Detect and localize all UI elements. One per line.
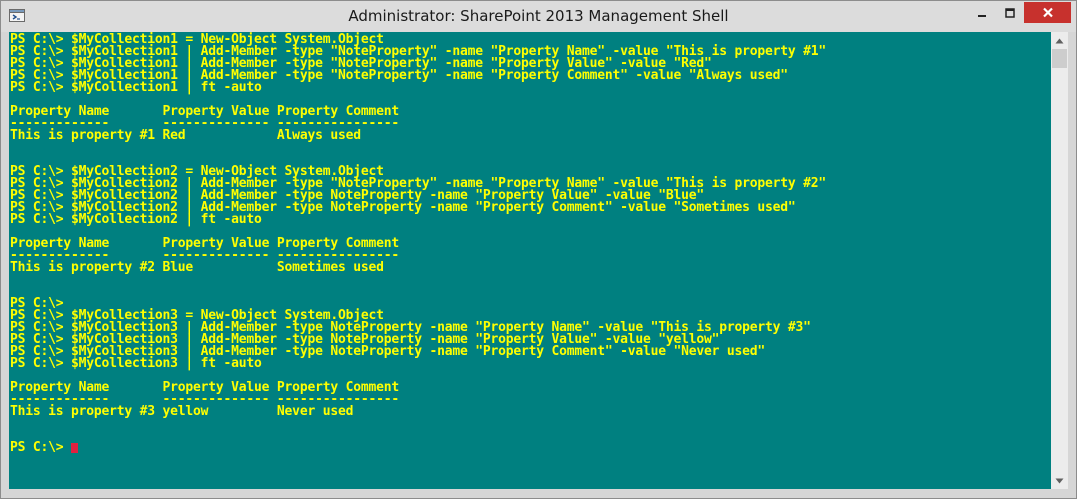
console-lines: PS C:\> $MyCollection1 = New-Object Syst… bbox=[10, 33, 826, 455]
text-cursor bbox=[71, 443, 79, 453]
maximize-icon bbox=[1004, 7, 1015, 18]
console-line: PS C:\> bbox=[10, 440, 826, 455]
console-output[interactable]: PS C:\> $MyCollection1 = New-Object Syst… bbox=[9, 32, 1051, 489]
console-line-text: PS C:\> $MyCollection3 | ft -auto bbox=[10, 356, 262, 371]
scroll-thumb[interactable] bbox=[1052, 49, 1067, 68]
console-line-text: PS C:\> $MyCollection2 | ft -auto bbox=[10, 212, 262, 227]
console-line: PS C:\> $MyCollection1 | ft -auto bbox=[10, 80, 826, 95]
minimize-button[interactable] bbox=[969, 2, 995, 23]
console-line: PS C:\> $MyCollection2 | ft -auto bbox=[10, 212, 826, 227]
triangle-down-icon bbox=[1055, 478, 1064, 483]
console-line-text: This is property #1 Red Always used bbox=[10, 128, 361, 143]
console-line: This is property #1 Red Always used bbox=[10, 128, 826, 143]
window-frame-bottom bbox=[1, 489, 1076, 498]
scroll-down-button[interactable] bbox=[1051, 472, 1068, 489]
console-line-text: PS C:\> bbox=[10, 440, 72, 455]
close-icon bbox=[1042, 7, 1053, 18]
triangle-up-icon bbox=[1055, 38, 1064, 43]
scroll-up-button[interactable] bbox=[1051, 32, 1068, 49]
minimize-icon bbox=[978, 14, 986, 17]
title-bar[interactable]: Administrator: SharePoint 2013 Managemen… bbox=[1, 1, 1076, 32]
console-line: This is property #2 Blue Sometimes used bbox=[10, 260, 826, 275]
console-line: PS C:\> $MyCollection3 | ft -auto bbox=[10, 356, 826, 371]
window-title: Administrator: SharePoint 2013 Managemen… bbox=[348, 7, 729, 25]
maximize-button[interactable] bbox=[996, 2, 1023, 23]
console-window: Administrator: SharePoint 2013 Managemen… bbox=[0, 0, 1077, 499]
console-line: This is property #3 yellow Never used bbox=[10, 404, 826, 419]
close-button[interactable] bbox=[1024, 2, 1071, 23]
console-line-text: This is property #2 Blue Sometimes used bbox=[10, 260, 384, 275]
vertical-scrollbar[interactable] bbox=[1051, 32, 1068, 489]
console-line-text: PS C:\> $MyCollection1 | ft -auto bbox=[10, 80, 262, 95]
console-line-text: This is property #3 yellow Never used bbox=[10, 404, 354, 419]
